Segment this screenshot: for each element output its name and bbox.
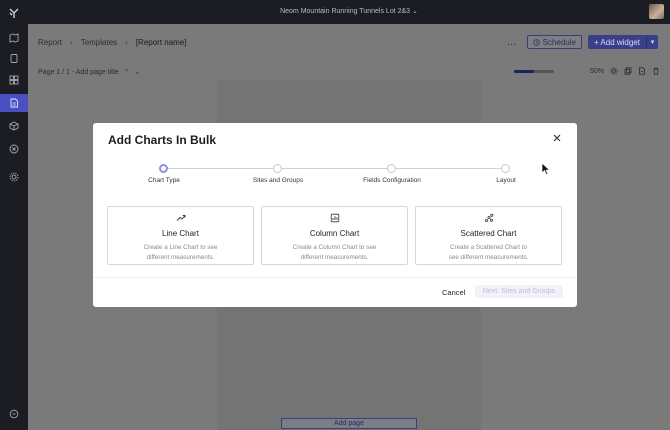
box-icon[interactable]	[7, 119, 21, 133]
add-widget-label: + Add widget	[593, 37, 640, 47]
chevron-down-icon[interactable]: ⌄	[134, 68, 140, 76]
clock-icon	[532, 38, 540, 46]
step-dot-fields-config[interactable]	[387, 164, 396, 173]
add-charts-modal: Add Charts In Bulk Chart Type Sites and …	[93, 123, 577, 307]
schedule-label: Schedule	[542, 37, 576, 47]
zoom-slider-fill	[513, 69, 534, 73]
step-label-layout: Layout	[496, 177, 516, 184]
line-chart-desc: Create a Line Chart to see different mea…	[143, 244, 218, 261]
top-bar: Neom Mountain Running Tunnels Lot 2&3 ⌄	[28, 0, 670, 24]
scatter-chart-icon	[484, 213, 493, 223]
cancel-button[interactable]: Cancel	[442, 288, 465, 297]
page-indicator: Page 1 / 1 - Add page title ⌃ ⌄	[38, 68, 140, 77]
trend-line-icon	[176, 215, 185, 221]
close-icon[interactable]	[552, 133, 562, 143]
export-icon[interactable]	[638, 67, 646, 75]
breadcrumb-report[interactable]: Report	[38, 38, 62, 47]
step-dot-chart-type[interactable]	[159, 164, 168, 173]
scattered-chart-desc: Create a Scattered Chart to see differen…	[448, 244, 529, 261]
project-title: Neom Mountain Running Tunnels Lot 2&3	[280, 8, 411, 15]
gear-icon[interactable]	[7, 170, 21, 184]
step-label-chart-type: Chart Type	[148, 177, 180, 184]
mouse-cursor-icon	[541, 162, 551, 176]
modal-title: Add Charts In Bulk	[108, 133, 217, 147]
step-label-sites-groups: Sites and Groups	[252, 177, 304, 184]
page-toolbar: 50%	[513, 67, 660, 75]
chevron-up-icon[interactable]: ⌃	[124, 68, 130, 76]
scattered-chart-card[interactable]: Scattered Chart Create a Scattered Chart…	[415, 206, 562, 265]
step-dot-sites-groups[interactable]	[273, 164, 282, 173]
more-options-icon[interactable]: …	[507, 37, 517, 48]
page-label[interactable]: Page 1 / 1 - Add page title	[38, 69, 119, 76]
breadcrumb: Report › Templates › [Report name]	[38, 38, 187, 47]
modal-footer-divider	[93, 277, 577, 278]
stepper-track	[168, 168, 506, 169]
next-button-label: Next: Sites and Groups	[482, 288, 556, 295]
add-widget-button-group: + Add widget ▾	[587, 35, 658, 49]
column-chart-desc: Create a Column Chart to see different m…	[292, 244, 377, 261]
project-selector[interactable]: Neom Mountain Running Tunnels Lot 2&3 ⌄	[28, 7, 670, 15]
line-chart-card[interactable]: Line Chart Create a Line Chart to see di…	[107, 206, 254, 265]
add-page-label: Add page	[334, 420, 364, 427]
report-icon[interactable]	[7, 96, 21, 110]
add-page-button[interactable]: Add page	[281, 418, 417, 429]
zoom-level: 50%	[589, 67, 604, 75]
line-chart-title: Line Chart	[162, 229, 199, 238]
avatar[interactable]	[649, 4, 664, 19]
add-widget-dropdown[interactable]: ▾	[646, 35, 658, 49]
breadcrumb-templates[interactable]: Templates	[81, 38, 117, 47]
add-widget-button[interactable]: + Add widget	[587, 35, 646, 49]
map-icon[interactable]	[7, 31, 21, 45]
settings-icon[interactable]	[610, 67, 618, 75]
app-logo-icon[interactable]	[7, 6, 21, 20]
schedule-button[interactable]: Schedule	[526, 35, 582, 49]
chevron-right-icon: ›	[125, 38, 128, 47]
chevron-right-icon: ›	[70, 38, 73, 47]
chevron-down-icon: ▾	[650, 39, 655, 46]
next-sites-groups-button[interactable]: Next: Sites and Groups	[475, 285, 563, 298]
chevron-down-icon: ⌄	[412, 8, 418, 15]
breadcrumb-report-name[interactable]: [Report name]	[136, 38, 187, 47]
chart-type-cards: Line Chart Create a Line Chart to see di…	[107, 206, 563, 265]
sidebar	[0, 0, 28, 430]
column-chart-title: Column Chart	[309, 229, 360, 238]
trash-icon[interactable]	[652, 67, 660, 75]
chat-icon[interactable]	[7, 407, 21, 421]
circle-x-icon[interactable]	[7, 142, 21, 156]
header-actions: … Schedule + Add widget ▾	[507, 35, 658, 49]
stepper: Chart Type Sites and Groups Fields Confi…	[93, 163, 577, 193]
step-label-fields-config: Fields Configuration	[363, 177, 421, 184]
column-chart-icon	[330, 213, 339, 223]
step-dot-layout[interactable]	[501, 164, 510, 173]
scattered-chart-title: Scattered Chart	[460, 229, 517, 238]
column-chart-card[interactable]: Column Chart Create a Column Chart to se…	[261, 206, 408, 265]
zoom-slider[interactable]	[513, 69, 554, 73]
copy-icon[interactable]	[624, 67, 632, 75]
clipboard-icon[interactable]	[7, 51, 21, 65]
dashboard-icon[interactable]	[7, 73, 21, 87]
